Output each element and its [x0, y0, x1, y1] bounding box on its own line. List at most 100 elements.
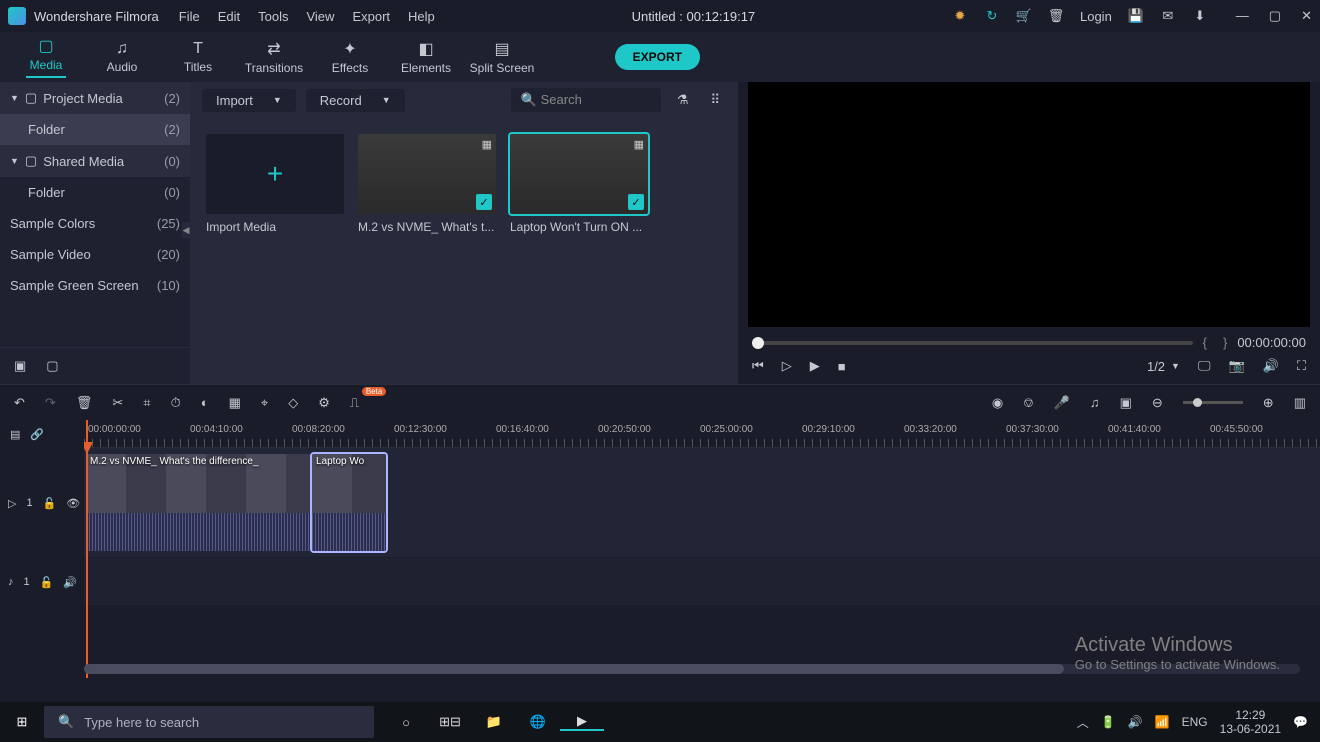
- media-thumb[interactable]: ▦✓ Laptop Won't Turn ON ...: [510, 134, 648, 234]
- tab-audio[interactable]: ♫Audio: [84, 40, 160, 74]
- cart-icon[interactable]: 🛒: [1016, 8, 1032, 24]
- search-input[interactable]: 🔍 Search: [511, 88, 661, 112]
- battery-icon[interactable]: 🔋: [1101, 715, 1116, 729]
- tips-icon[interactable]: ✹: [952, 8, 968, 24]
- update-icon[interactable]: ↻: [984, 8, 1000, 24]
- crop-icon[interactable]: ⌗: [143, 395, 150, 411]
- scrollbar-thumb[interactable]: [84, 664, 1064, 674]
- manage-tracks-icon[interactable]: ▤: [10, 428, 20, 441]
- tab-splitscreen[interactable]: ▤Split Screen: [464, 39, 540, 75]
- mark-in-icon[interactable]: {: [1203, 335, 1207, 350]
- tab-elements[interactable]: ◧Elements: [388, 39, 464, 75]
- lock-icon[interactable]: 🔓: [40, 576, 54, 589]
- tab-media[interactable]: ▢Media: [8, 36, 84, 78]
- tab-transitions[interactable]: ⇄Transitions: [236, 39, 312, 75]
- open-folder-icon[interactable]: ▢: [46, 358, 58, 374]
- playhead[interactable]: [86, 420, 88, 678]
- export-button[interactable]: EXPORT: [615, 44, 700, 70]
- delete-icon[interactable]: 🗑: [76, 395, 93, 411]
- menu-help[interactable]: Help: [408, 9, 435, 24]
- task-view-icon[interactable]: ⊞⊟: [428, 714, 472, 730]
- minimize-icon[interactable]: —: [1236, 8, 1249, 24]
- zoom-in-icon[interactable]: ⊕: [1263, 395, 1274, 411]
- audio-mixer-icon[interactable]: ♫: [1090, 395, 1100, 410]
- login-button[interactable]: Login: [1080, 9, 1112, 24]
- start-button[interactable]: ⊞: [0, 714, 44, 730]
- explorer-icon[interactable]: 📁: [472, 714, 516, 730]
- slider-knob[interactable]: [1193, 398, 1202, 407]
- cortana-icon[interactable]: ○: [384, 715, 428, 730]
- library-project-media[interactable]: ▼▢Project Media(2): [0, 82, 190, 114]
- library-folder[interactable]: Folder(2): [0, 114, 190, 145]
- marker-icon[interactable]: ⎊: [1023, 395, 1033, 411]
- save-icon[interactable]: 💾: [1128, 8, 1144, 24]
- video-clip[interactable]: M.2 vs NVME_ What's the difference_: [86, 454, 312, 551]
- green-screen-icon[interactable]: ▦: [229, 395, 241, 411]
- mark-out-icon[interactable]: }: [1223, 335, 1227, 350]
- fullscreen-icon[interactable]: ⛶: [1297, 358, 1306, 374]
- grid-view-icon[interactable]: ⠿: [704, 92, 726, 108]
- sound-icon[interactable]: 🔊: [1128, 715, 1143, 729]
- tab-effects[interactable]: ✦Effects: [312, 39, 388, 75]
- zoom-out-icon[interactable]: ⊖: [1152, 395, 1163, 411]
- play-icon[interactable]: ▷: [782, 358, 792, 374]
- menu-tools[interactable]: Tools: [258, 9, 288, 24]
- import-media-tile[interactable]: + Import Media: [206, 134, 344, 234]
- menu-edit[interactable]: Edit: [218, 9, 240, 24]
- voiceover-icon[interactable]: 🎤: [1054, 395, 1070, 411]
- tray-expand-icon[interactable]: ︿: [1077, 714, 1089, 731]
- preview-scrubber[interactable]: [752, 341, 1193, 345]
- menu-file[interactable]: File: [179, 9, 200, 24]
- library-sample-video[interactable]: Sample Video(20): [0, 239, 190, 270]
- close-icon[interactable]: ✕: [1301, 8, 1312, 24]
- keyframe-icon[interactable]: ◇: [288, 395, 298, 411]
- stop-icon[interactable]: ■: [838, 359, 846, 374]
- adjust-icon[interactable]: ⚙: [318, 395, 330, 411]
- mix-icon[interactable]: ▣: [1120, 395, 1132, 411]
- media-thumb[interactable]: ▦✓ M.2 vs NVME_ What's t...: [358, 134, 496, 234]
- redo-icon[interactable]: ↷: [45, 395, 56, 411]
- notifications-icon[interactable]: 💬: [1293, 715, 1308, 729]
- collapse-sidebar-icon[interactable]: ◀: [182, 222, 190, 238]
- step-back-icon[interactable]: ⏮: [752, 358, 764, 374]
- audio-ducking-icon[interactable]: ⎍: [350, 395, 359, 411]
- library-sample-colors[interactable]: Sample Colors(25): [0, 208, 190, 239]
- volume-icon[interactable]: 🔊: [1263, 358, 1279, 374]
- menu-export[interactable]: Export: [352, 9, 390, 24]
- preview-scale-dropdown[interactable]: 1/2 ▼: [1147, 359, 1180, 374]
- mail-icon[interactable]: ✉: [1160, 8, 1176, 24]
- undo-icon[interactable]: ↶: [14, 395, 25, 411]
- zoom-slider[interactable]: [1183, 401, 1243, 404]
- preview-viewport[interactable]: [748, 82, 1310, 327]
- video-track[interactable]: M.2 vs NVME_ What's the difference_ Lapt…: [84, 448, 1320, 558]
- motion-track-icon[interactable]: ⌖: [261, 395, 268, 411]
- video-clip[interactable]: Laptop Wo: [312, 454, 386, 551]
- filter-icon[interactable]: ⚗: [671, 92, 695, 108]
- playback-quality-icon[interactable]: 🖵: [1198, 358, 1211, 374]
- color-icon[interactable]: ◐: [201, 395, 209, 410]
- library-shared-media[interactable]: ▼▢Shared Media(0): [0, 145, 190, 177]
- split-icon[interactable]: ✂: [112, 395, 123, 411]
- visibility-icon[interactable]: 👁: [66, 497, 80, 510]
- timeline-canvas[interactable]: 00:00:00:00 00:04:10:00 00:08:20:00 00:1…: [84, 420, 1320, 678]
- play-forward-icon[interactable]: ▶: [810, 358, 820, 374]
- new-folder-icon[interactable]: ▣: [14, 358, 26, 374]
- mute-icon[interactable]: 🔊: [63, 576, 77, 589]
- library-sample-green[interactable]: Sample Green Screen(10): [0, 270, 190, 301]
- language-indicator[interactable]: ENG: [1182, 715, 1208, 729]
- wifi-icon[interactable]: 📶: [1155, 715, 1170, 729]
- timeline-ruler[interactable]: 00:00:00:00 00:04:10:00 00:08:20:00 00:1…: [84, 420, 1320, 448]
- timeline-scrollbar[interactable]: [84, 664, 1300, 674]
- filmora-taskbar-icon[interactable]: ▶: [560, 713, 604, 731]
- library-shared-folder[interactable]: Folder(0): [0, 177, 190, 208]
- scrubber-knob[interactable]: [752, 337, 764, 349]
- audio-track[interactable]: [84, 558, 1320, 606]
- link-icon[interactable]: 🔗: [30, 428, 44, 441]
- menu-view[interactable]: View: [306, 9, 334, 24]
- trash-icon[interactable]: 🗑: [1048, 8, 1064, 24]
- taskbar-clock[interactable]: 12:29 13-06-2021: [1220, 708, 1281, 737]
- download-icon[interactable]: ⬇: [1192, 8, 1208, 24]
- snapshot-icon[interactable]: 📷: [1229, 358, 1245, 374]
- maximize-icon[interactable]: ▢: [1269, 8, 1281, 24]
- lock-icon[interactable]: 🔓: [43, 497, 57, 510]
